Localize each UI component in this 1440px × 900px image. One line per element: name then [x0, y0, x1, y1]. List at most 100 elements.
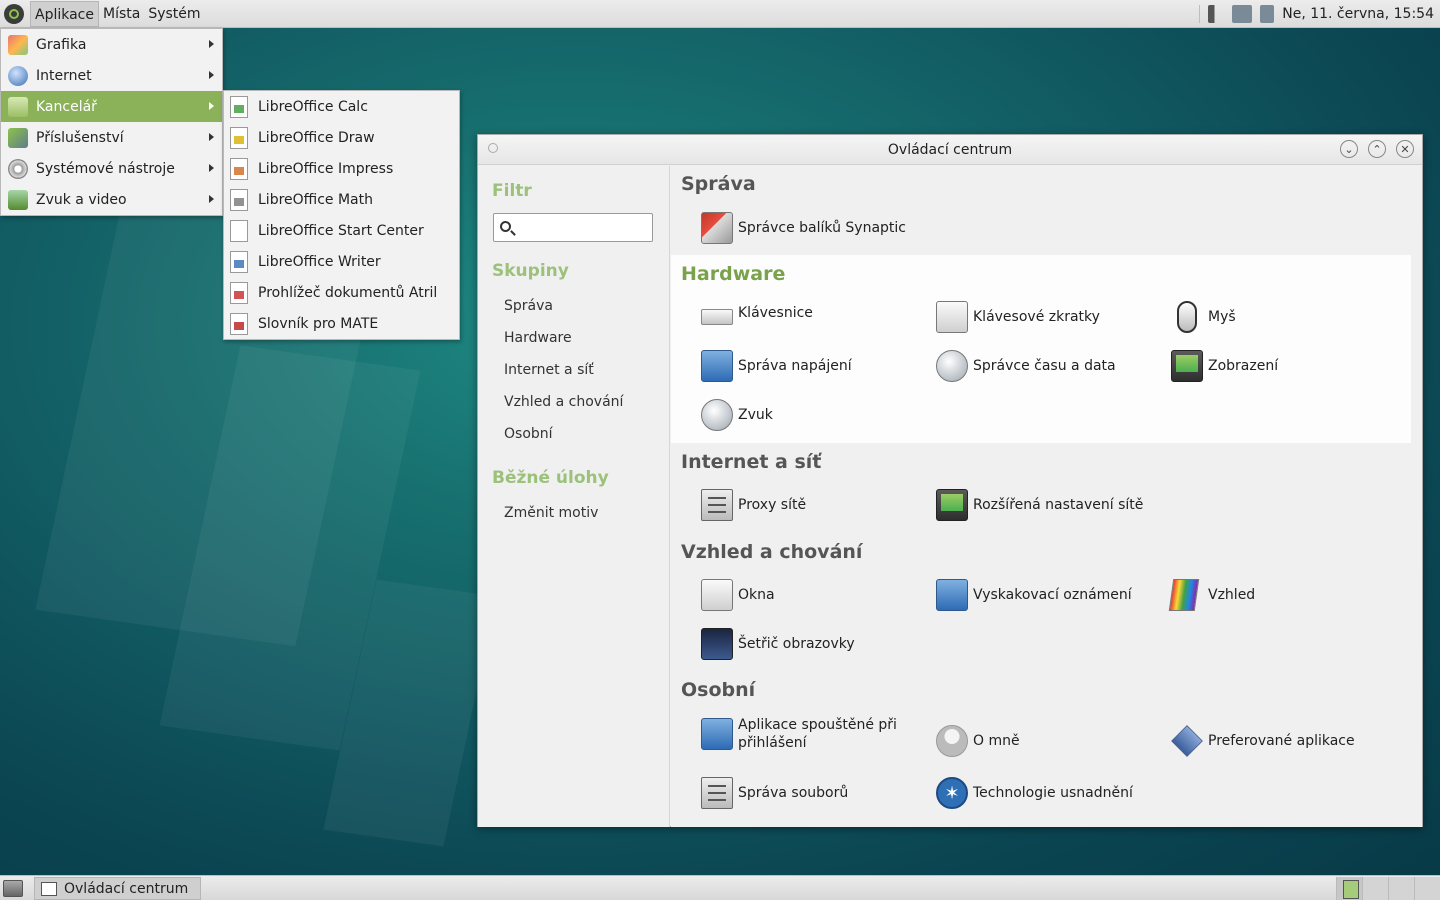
submenu-item-libreoffice-impress[interactable]: LibreOffice Impress	[224, 153, 459, 184]
file-management-icon	[701, 777, 733, 809]
volume-icon[interactable]	[1208, 4, 1225, 23]
about-me-icon	[936, 725, 968, 757]
sidebar-item-sprava[interactable]: Správa	[504, 298, 553, 314]
sidebar-item-internet[interactable]: Internet a síť	[504, 362, 594, 378]
system-tray: Ne, 11. června, 15:54	[1199, 4, 1440, 23]
submenu-item-atril[interactable]: Prohlížeč dokumentů Atril	[224, 277, 459, 308]
item-windows[interactable]: Okna	[701, 579, 775, 611]
maximize-button[interactable]: ⌃	[1368, 140, 1386, 158]
item-keyboard[interactable]: Klávesnice	[701, 301, 813, 325]
menu-item-multimedia[interactable]: Zvuk a video	[1, 184, 222, 215]
search-input[interactable]	[493, 213, 653, 242]
submenu-item-libreoffice-draw[interactable]: LibreOffice Draw	[224, 122, 459, 153]
submenu-item-dictionary[interactable]: Slovník pro MATE	[224, 308, 459, 339]
window-titlebar[interactable]: Ovládací centrum ⌄ ⌃ ✕	[478, 135, 1422, 165]
window-menu-icon[interactable]	[488, 143, 498, 153]
minimize-button[interactable]: ⌄	[1340, 140, 1358, 158]
package-manager-icon	[701, 212, 733, 244]
item-startup-apps[interactable]: Aplikace spouštěné při přihlášení	[701, 716, 921, 752]
item-mouse[interactable]: Myš	[1171, 301, 1236, 333]
menu-places[interactable]: Místa	[99, 1, 144, 27]
submenu-item-libreoffice-calc[interactable]: LibreOffice Calc	[224, 91, 459, 122]
item-file-management[interactable]: Správa souborů	[701, 777, 848, 809]
network-settings-icon	[936, 489, 968, 521]
taskbar-button-control-center[interactable]: Ovládací centrum	[34, 877, 201, 900]
sidebar-item-vzhled[interactable]: Vzhled a chování	[504, 394, 623, 410]
item-advanced-network[interactable]: Rozšířená nastavení sítě	[936, 489, 1143, 521]
sidebar-item-hardware[interactable]: Hardware	[504, 330, 572, 346]
sidebar: Filtr Skupiny Správa Hardware Internet a…	[478, 166, 670, 827]
section-hardware: Hardware Klávesnice Klávesové zkratky My…	[671, 255, 1411, 443]
menu-item-label: Kancelář	[36, 98, 97, 115]
show-desktop-icon[interactable]	[3, 880, 23, 897]
graphics-icon	[8, 34, 28, 55]
menu-item-label: Grafika	[36, 36, 87, 53]
notification-icon	[936, 579, 968, 611]
submenu-item-label: Slovník pro MATE	[258, 315, 379, 332]
multimedia-icon	[8, 189, 28, 210]
clock[interactable]: Ne, 11. června, 15:54	[1282, 6, 1434, 22]
appearance-icon	[1168, 579, 1200, 611]
item-power-management[interactable]: Správa napájení	[701, 350, 852, 382]
dictionary-icon	[230, 312, 248, 335]
item-synaptic[interactable]: Správce balíků Synaptic	[701, 212, 906, 244]
submenu-arrow-icon	[209, 40, 214, 48]
submenu-item-libreoffice-math[interactable]: LibreOffice Math	[224, 184, 459, 215]
submenu-arrow-icon	[209, 195, 214, 203]
item-screensaver[interactable]: Šetřič obrazovky	[701, 628, 855, 660]
menu-item-internet[interactable]: Internet	[1, 60, 222, 91]
network-icon[interactable]	[1232, 4, 1253, 23]
item-appearance[interactable]: Vzhled	[1168, 579, 1255, 611]
document-icon	[230, 219, 248, 242]
workspace-4[interactable]	[1414, 877, 1440, 900]
item-label: Rozšířená nastavení sítě	[973, 497, 1144, 513]
item-label: Proxy sítě	[738, 497, 807, 513]
menu-system[interactable]: Systém	[144, 1, 204, 27]
item-keyboard-shortcuts[interactable]: Klávesové zkratky	[936, 301, 1100, 333]
submenu-item-libreoffice-start-center[interactable]: LibreOffice Start Center	[224, 215, 459, 246]
item-display[interactable]: Zobrazení	[1171, 350, 1278, 382]
workspace-1[interactable]	[1336, 877, 1362, 900]
submenu-item-libreoffice-writer[interactable]: LibreOffice Writer	[224, 246, 459, 277]
menu-item-accessories[interactable]: Příslušenství	[1, 122, 222, 153]
item-about-me[interactable]: O mně	[936, 725, 1020, 757]
submenu-arrow-icon	[209, 164, 214, 172]
mate-logo-icon[interactable]	[4, 3, 24, 24]
section-title: Internet a síť	[681, 451, 822, 473]
menu-applications[interactable]: Aplikace	[30, 0, 99, 27]
menu-item-graphics[interactable]: Grafika	[1, 29, 222, 60]
section-sprava: Správa Správce balíků Synaptic	[671, 166, 1411, 255]
control-center-window: Ovládací centrum ⌄ ⌃ ✕ Filtr Skupiny Spr…	[477, 134, 1423, 827]
item-accessibility[interactable]: Technologie usnadnění	[936, 777, 1133, 809]
item-label: Vyskakovací oznámení	[973, 587, 1132, 603]
submenu-item-label: LibreOffice Impress	[258, 160, 394, 177]
accessibility-icon	[936, 777, 968, 809]
sound-icon	[701, 399, 733, 431]
item-time-date[interactable]: Správce času a data	[936, 350, 1116, 382]
submenu-item-label: LibreOffice Writer	[258, 253, 381, 270]
preferred-apps-icon	[1171, 725, 1203, 757]
item-preferred-apps[interactable]: Preferované aplikace	[1171, 725, 1355, 757]
search-icon	[500, 221, 511, 232]
menu-item-label: Internet	[36, 67, 92, 84]
task-change-theme[interactable]: Změnit motiv	[504, 505, 598, 521]
workspace-2[interactable]	[1362, 877, 1388, 900]
menu-item-label: Zvuk a video	[36, 191, 127, 208]
close-button[interactable]: ✕	[1396, 140, 1414, 158]
item-network-proxy[interactable]: Proxy sítě	[701, 489, 806, 521]
menu-item-office[interactable]: Kancelář	[1, 91, 222, 122]
workspace-3[interactable]	[1388, 877, 1414, 900]
sidebar-item-osobni[interactable]: Osobní	[504, 426, 553, 442]
presentation-icon	[230, 157, 248, 180]
pdf-viewer-icon	[230, 281, 248, 304]
filter-heading: Filtr	[492, 181, 532, 201]
item-sound[interactable]: Zvuk	[701, 399, 773, 431]
item-notifications[interactable]: Vyskakovací oznámení	[936, 579, 1132, 611]
window-title: Ovládací centrum	[887, 141, 1013, 158]
drawing-icon	[230, 126, 248, 149]
submenu-item-label: Prohlížeč dokumentů Atril	[258, 284, 438, 301]
office-submenu: LibreOffice Calc LibreOffice Draw LibreO…	[223, 90, 460, 340]
menu-item-system-tools[interactable]: Systémové nástroje	[1, 153, 222, 184]
item-label: Zvuk	[738, 407, 773, 423]
battery-icon[interactable]	[1260, 4, 1275, 23]
